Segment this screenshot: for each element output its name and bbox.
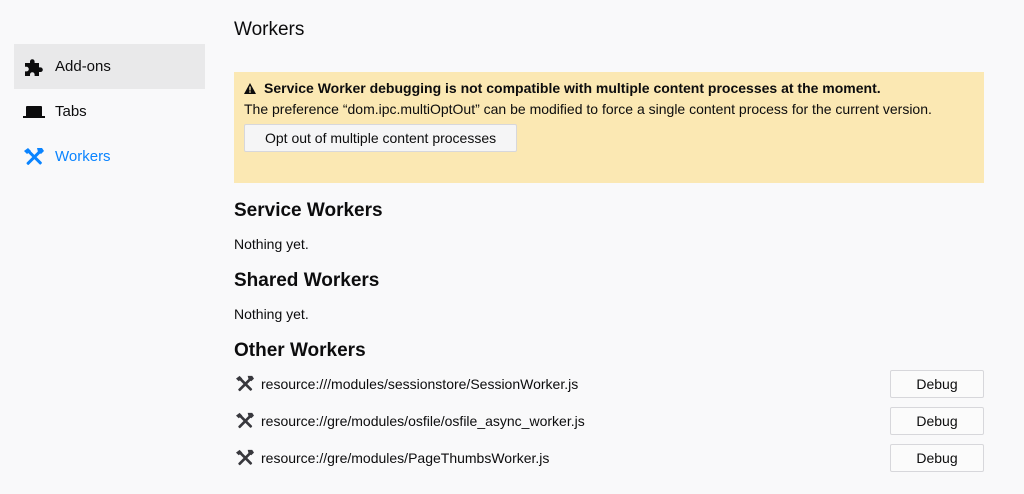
hammer-icon [234, 449, 256, 467]
shared-workers-empty-text: Nothing yet. [234, 306, 309, 322]
hammer-icon [234, 375, 256, 393]
worker-url: resource:///modules/sessionstore/Session… [261, 376, 579, 392]
warning-text: The preference “dom.ipc.multiOptOut” can… [244, 101, 932, 117]
debug-button[interactable]: Debug [890, 444, 984, 472]
service-workers-empty-text: Nothing yet. [234, 236, 309, 252]
worker-url: resource://gre/modules/PageThumbsWorker.… [261, 450, 550, 466]
sidebar-item-tabs[interactable]: Tabs [14, 89, 205, 134]
other-workers-heading: Other Workers [234, 340, 366, 361]
puzzle-icon [23, 56, 45, 78]
hammer-icon [234, 412, 256, 430]
warning-icon [244, 82, 256, 94]
service-workers-heading: Service Workers [234, 200, 383, 221]
worker-row: resource:///modules/sessionstore/Session… [234, 368, 984, 400]
debug-button[interactable]: Debug [890, 407, 984, 435]
worker-row: resource://gre/modules/PageThumbsWorker.… [234, 442, 984, 474]
shared-workers-heading: Shared Workers [234, 270, 380, 291]
warning-title: Service Worker debugging is not compatib… [264, 80, 881, 96]
sidebar-item-label: Workers [55, 148, 111, 165]
sidebar-item-label: Add-ons [55, 58, 111, 75]
hammer-icon [23, 146, 45, 168]
page-title: Workers [234, 19, 305, 40]
debug-button[interactable]: Debug [890, 370, 984, 398]
worker-row: resource://gre/modules/osfile/osfile_asy… [234, 405, 984, 437]
about-debugging-page: Add-ons Tabs Workers Workers Service Wor… [0, 0, 1024, 494]
opt-out-button[interactable]: Opt out of multiple content processes [244, 124, 518, 152]
sidebar-item-workers[interactable]: Workers [14, 134, 205, 179]
worker-url: resource://gre/modules/osfile/osfile_asy… [261, 413, 585, 429]
sidebar-item-addons[interactable]: Add-ons [14, 44, 205, 89]
sidebar-item-label: Tabs [55, 103, 87, 120]
tab-icon [23, 101, 45, 123]
warning-banner: Service Worker debugging is not compatib… [234, 72, 984, 183]
sidebar: Add-ons Tabs Workers [14, 44, 205, 179]
